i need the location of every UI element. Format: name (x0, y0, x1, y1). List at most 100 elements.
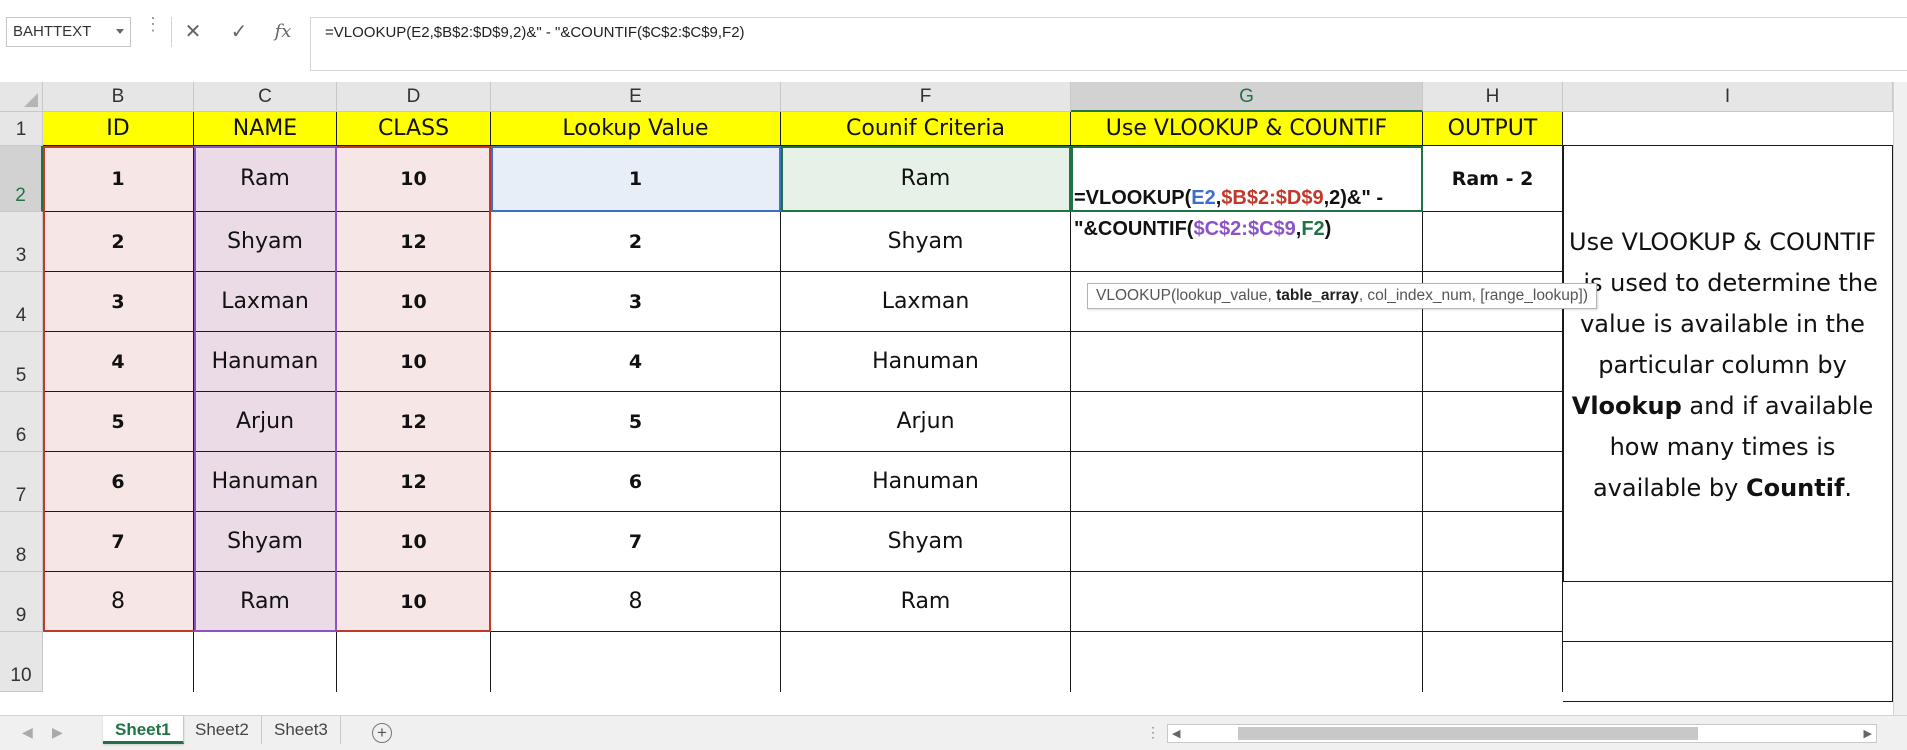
cell-h8[interactable] (1423, 512, 1563, 572)
cell-id-5[interactable]: 5 (43, 392, 194, 452)
chevron-down-icon[interactable] (116, 29, 124, 34)
cell-g7[interactable] (1071, 452, 1423, 512)
cell-name-2[interactable]: Shyam (194, 212, 337, 272)
prev-sheet-icon[interactable]: ◀ (22, 724, 33, 741)
cell-id-8[interactable]: 8 (43, 572, 194, 632)
row-header-9[interactable]: 9 (0, 572, 43, 632)
formula-input[interactable]: =VLOOKUP(E2,$B$2:$D$9,2)&" - "&COUNTIF($… (310, 17, 1907, 71)
cell-id-7[interactable]: 7 (43, 512, 194, 572)
cell-h7[interactable] (1423, 452, 1563, 512)
cell-g5[interactable] (1071, 332, 1423, 392)
cell-class-5[interactable]: 12 (337, 392, 491, 452)
row-header-1[interactable]: 1 (0, 112, 43, 146)
cell-h6[interactable] (1423, 392, 1563, 452)
name-box[interactable]: BAHTTEXT (6, 17, 131, 47)
row-header-5[interactable]: 5 (0, 332, 43, 392)
column-header-d[interactable]: D (337, 82, 491, 112)
scroll-right-icon[interactable]: ▶ (1864, 727, 1872, 740)
cell-h10[interactable] (1423, 632, 1563, 692)
row-header-2[interactable]: 2 (0, 146, 43, 212)
cell-g8[interactable] (1071, 512, 1423, 572)
column-header-e[interactable]: E (491, 82, 781, 112)
row-header-10[interactable]: 10 (0, 632, 43, 692)
column-header-g[interactable]: G (1071, 82, 1423, 112)
column-header-h[interactable]: H (1423, 82, 1563, 112)
cell-lookup-8[interactable]: 8 (491, 572, 781, 632)
column-header-b[interactable]: B (43, 82, 194, 112)
row-header-7[interactable]: 7 (0, 452, 43, 512)
select-all-triangle-icon[interactable] (24, 93, 38, 107)
cell-criteria-2[interactable]: Shyam (781, 212, 1071, 272)
header-name[interactable]: NAME (194, 112, 337, 146)
scroll-thumb[interactable] (1238, 727, 1698, 740)
row-header-4[interactable]: 4 (0, 272, 43, 332)
cell-class-4[interactable]: 10 (337, 332, 491, 392)
column-header-f[interactable]: F (781, 82, 1071, 112)
cell-lookup-4[interactable]: 4 (491, 332, 781, 392)
cell-id-6[interactable]: 6 (43, 452, 194, 512)
next-sheet-icon[interactable]: ▶ (52, 724, 63, 741)
cell-lookup-6[interactable]: 6 (491, 452, 781, 512)
cell-i1[interactable] (1563, 112, 1893, 146)
cell-name-6[interactable]: Hanuman (194, 452, 337, 512)
cell-h5[interactable] (1423, 332, 1563, 392)
cell-id-2[interactable]: 2 (43, 212, 194, 272)
cell-lookup-5[interactable]: 5 (491, 392, 781, 452)
horizontal-scrollbar[interactable]: ◀ ▶ (1167, 724, 1877, 743)
header-class[interactable]: CLASS (337, 112, 491, 146)
cell-criteria-7[interactable]: Shyam (781, 512, 1071, 572)
cell-class-3[interactable]: 10 (337, 272, 491, 332)
row-header-6[interactable]: 6 (0, 392, 43, 452)
column-header-c[interactable]: C (194, 82, 337, 112)
cell-criteria-6[interactable]: Hanuman (781, 452, 1071, 512)
cell-criteria-5[interactable]: Arjun (781, 392, 1071, 452)
cell-name-3[interactable]: Laxman (194, 272, 337, 332)
cell-class-7[interactable]: 10 (337, 512, 491, 572)
row-header-8[interactable]: 8 (0, 512, 43, 572)
cell-criteria-4[interactable]: Hanuman (781, 332, 1071, 392)
cell-criteria-1[interactable]: Ram (781, 146, 1071, 212)
cell-class-8[interactable]: 10 (337, 572, 491, 632)
cell-b10[interactable] (43, 632, 194, 692)
cell-id-3[interactable]: 3 (43, 272, 194, 332)
scroll-left-icon[interactable]: ◀ (1172, 727, 1180, 740)
fx-icon[interactable]: fx (270, 19, 296, 45)
drag-handle-icon[interactable]: ⋮ (144, 15, 162, 33)
cell-name-5[interactable]: Arjun (194, 392, 337, 452)
header-criteria[interactable]: Counif Criteria (781, 112, 1071, 146)
tab-sheet1[interactable]: Sheet1 (103, 716, 184, 744)
cell-name-8[interactable]: Ram (194, 572, 337, 632)
cancel-icon[interactable]: ✕ (180, 19, 206, 45)
cell-name-1[interactable]: Ram (194, 146, 337, 212)
cell-lookup-3[interactable]: 3 (491, 272, 781, 332)
cell-g9[interactable] (1071, 572, 1423, 632)
cell-lookup-2[interactable]: 2 (491, 212, 781, 272)
cell-criteria-3[interactable]: Laxman (781, 272, 1071, 332)
select-all-corner[interactable] (0, 82, 43, 112)
header-id[interactable]: ID (43, 112, 194, 146)
checkmark-icon[interactable]: ✓ (226, 19, 252, 45)
cell-criteria-8[interactable]: Ram (781, 572, 1071, 632)
header-use[interactable]: Use VLOOKUP & COUNTIF (1071, 112, 1423, 146)
cell-id-1[interactable]: 1 (43, 146, 194, 212)
tab-sheet2[interactable]: Sheet2 (183, 716, 262, 744)
header-lookup-value[interactable]: Lookup Value (491, 112, 781, 146)
header-output[interactable]: OUTPUT (1423, 112, 1563, 146)
cell-e10[interactable] (491, 632, 781, 692)
cell-name-4[interactable]: Hanuman (194, 332, 337, 392)
cell-id-4[interactable]: 4 (43, 332, 194, 392)
cell-c10[interactable] (194, 632, 337, 692)
cell-class-1[interactable]: 10 (337, 146, 491, 212)
tab-sheet3[interactable]: Sheet3 (262, 716, 341, 744)
splitter-icon[interactable]: ⋮ (1146, 724, 1160, 741)
cell-g10[interactable] (1071, 632, 1423, 692)
cell-h2[interactable]: Ram - 2 (1423, 146, 1563, 212)
cell-h3[interactable] (1423, 212, 1563, 272)
row-header-3[interactable]: 3 (0, 212, 43, 272)
cell-name-7[interactable]: Shyam (194, 512, 337, 572)
cell-g6[interactable] (1071, 392, 1423, 452)
add-sheet-icon[interactable]: + (372, 723, 392, 743)
cell-d10[interactable] (337, 632, 491, 692)
cell-class-6[interactable]: 12 (337, 452, 491, 512)
cell-lookup-1[interactable]: 1 (491, 146, 781, 212)
